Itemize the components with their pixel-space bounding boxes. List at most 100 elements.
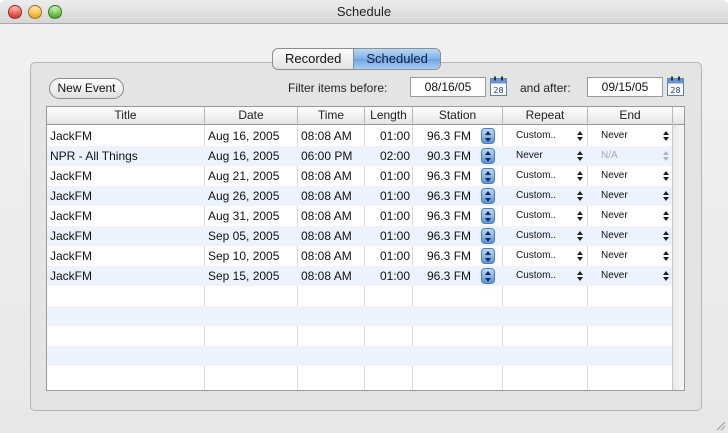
repeat-popup-arrows-icon[interactable] [577,251,583,262]
repeat-popup[interactable]: Custom.. [516,186,576,206]
cell-time: 08:08 AM [301,229,352,243]
end-popup-arrows-icon[interactable] [663,251,669,262]
station-stepper[interactable] [481,268,495,284]
repeat-popup[interactable]: Never [516,146,576,166]
cell-date: Sep 10, 2005 [208,249,280,263]
view-tabs: Recorded Scheduled [272,48,441,70]
repeat-popup[interactable]: Custom.. [516,206,576,226]
repeat-popup[interactable]: Custom.. [516,226,576,246]
table-row [47,346,672,366]
calendar-after-icon[interactable]: 28 [667,76,684,96]
filter-before-label: Filter items before: [288,81,388,95]
cell-title: JackFM [50,169,92,183]
repeat-popup-arrows-icon[interactable] [577,211,583,222]
cell-title: JackFM [50,249,92,263]
repeat-popup[interactable]: Custom.. [516,166,576,186]
end-popup[interactable]: Never [601,266,661,286]
repeat-popup[interactable]: Custom.. [516,126,576,146]
repeat-popup-arrows-icon[interactable] [577,271,583,282]
title-bar: Schedule [0,0,728,24]
table-row[interactable]: JackFM Sep 05, 2005 08:08 AM 01:00 96.3 FM Cu… [47,226,672,246]
cell-date: Aug 16, 2005 [208,149,280,163]
cell-time: 08:08 AM [301,129,352,143]
cell-date: Sep 15, 2005 [208,269,280,283]
table-row[interactable]: NPR - All Things Aug 16, 2005 06:00 PM 02:0… [47,146,672,166]
end-popup-arrows-icon[interactable] [663,211,669,222]
new-event-button[interactable]: New Event [49,78,124,99]
repeat-popup-arrows-icon[interactable] [577,231,583,242]
cell-date: Sep 05, 2005 [208,229,280,243]
cell-station: 90.3 FM [427,149,472,163]
end-popup-arrows-icon[interactable] [663,131,669,142]
cell-date: Aug 26, 2005 [208,189,280,203]
cell-length: 02:00 [379,149,410,163]
end-popup[interactable]: Never [601,246,661,266]
end-popup-arrows-icon[interactable] [663,191,669,202]
table-row[interactable]: JackFM Sep 15, 2005 08:08 AM 01:00 96.3 FM Cu… [47,266,672,286]
table-row[interactable]: JackFM Aug 26, 2005 08:08 AM 01:00 96.3 FM Cu… [47,186,672,206]
cell-station: 96.3 FM [427,229,472,243]
cell-station: 96.3 FM [427,269,472,283]
cell-time: 06:00 PM [301,149,353,163]
repeat-popup-arrows-icon[interactable] [577,131,583,142]
cell-title: JackFM [50,229,92,243]
schedule-table: Title Date Time Length Station Repeat En… [46,106,685,391]
end-popup[interactable]: Never [601,186,661,206]
tab-recorded[interactable]: Recorded [273,49,353,69]
column-header-date[interactable]: Date [205,107,298,125]
cell-title: JackFM [50,209,92,223]
cell-time: 08:08 AM [301,189,352,203]
end-popup[interactable]: Never [601,206,661,226]
end-popup-arrows-icon[interactable] [663,171,669,182]
table-row[interactable]: JackFM Aug 16, 2005 08:08 AM 01:00 96.3 FM Cu… [47,126,672,146]
filter-before-field[interactable]: 08/16/05 [410,77,486,97]
end-popup[interactable]: Never [601,226,661,246]
column-header-end[interactable]: End [588,107,673,125]
station-stepper[interactable] [481,148,495,164]
repeat-popup[interactable]: Custom.. [516,266,576,286]
station-stepper[interactable] [481,208,495,224]
column-header-repeat[interactable]: Repeat [503,107,588,125]
table-row[interactable]: JackFM Aug 21, 2005 08:08 AM 01:00 96.3 FM Cu… [47,166,672,186]
end-popup[interactable]: Never [601,126,661,146]
column-header-time[interactable]: Time [298,107,365,125]
table-row[interactable]: JackFM Aug 31, 2005 08:08 AM 01:00 96.3 FM Cu… [47,206,672,226]
cell-station: 96.3 FM [427,189,472,203]
cell-date: Aug 16, 2005 [208,129,280,143]
cell-station: 96.3 FM [427,249,472,263]
table-header: Title Date Time Length Station Repeat En… [47,107,684,125]
repeat-popup[interactable]: Custom.. [516,246,576,266]
cell-length: 01:00 [379,269,410,283]
cell-length: 01:00 [379,249,410,263]
tab-scheduled[interactable]: Scheduled [353,49,440,69]
end-popup[interactable]: Never [601,166,661,186]
station-stepper[interactable] [481,228,495,244]
calendar-before-day: 28 [493,86,503,95]
end-popup-arrows-icon[interactable] [663,271,669,282]
cell-date: Aug 21, 2005 [208,169,280,183]
column-header-length[interactable]: Length [365,107,413,125]
cell-title: JackFM [50,189,92,203]
station-stepper[interactable] [481,248,495,264]
table-row [47,366,672,386]
table-row[interactable]: JackFM Sep 10, 2005 08:08 AM 01:00 96.3 FM Cu… [47,246,672,266]
station-stepper[interactable] [481,188,495,204]
calendar-before-icon[interactable]: 28 [490,76,507,96]
window-title: Schedule [336,4,392,19]
filter-after-field[interactable]: 09/15/05 [587,77,663,97]
resize-grip-icon[interactable] [714,419,726,431]
column-header-title[interactable]: Title [47,107,205,125]
repeat-popup-arrows-icon[interactable] [577,171,583,182]
station-stepper[interactable] [481,128,495,144]
repeat-popup-arrows-icon[interactable] [577,191,583,202]
repeat-popup-arrows-icon[interactable] [577,151,583,162]
end-popup-arrows-icon[interactable] [663,231,669,242]
cell-time: 08:08 AM [301,249,352,263]
station-stepper[interactable] [481,168,495,184]
cell-title: NPR - All Things [50,149,138,163]
cell-length: 01:00 [379,169,410,183]
vertical-scrollbar[interactable] [672,125,684,390]
filter-after-label: and after: [520,81,571,95]
column-header-station[interactable]: Station [413,107,503,125]
calendar-after-day: 28 [670,86,680,95]
